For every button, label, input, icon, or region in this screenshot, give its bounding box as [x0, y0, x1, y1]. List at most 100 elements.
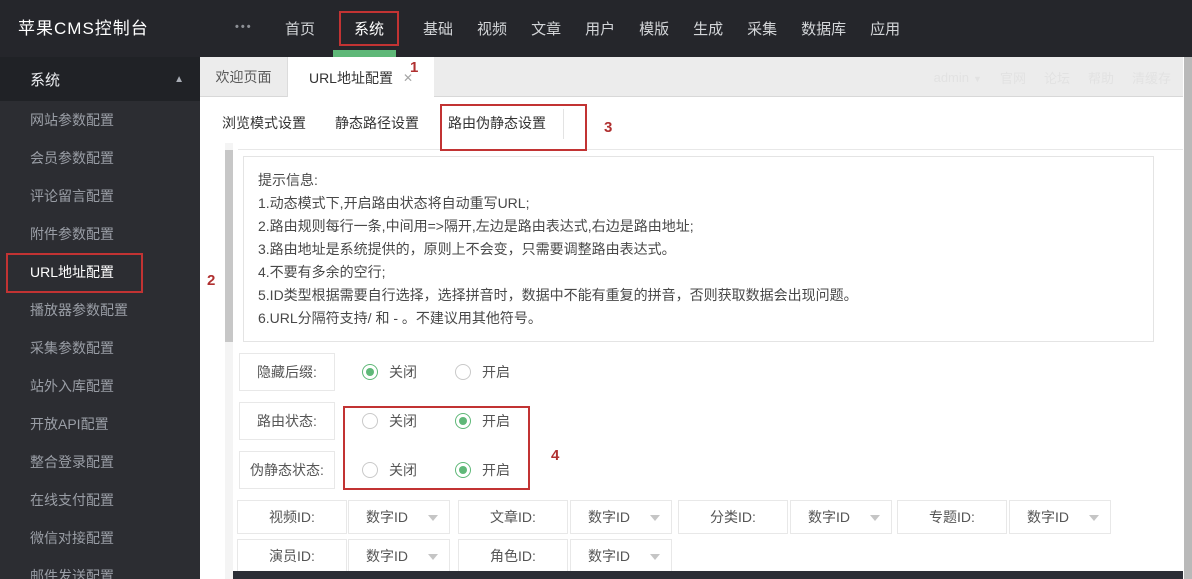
nav-item-collect[interactable]: 采集 — [747, 18, 777, 39]
sidebar-item-oauth-login[interactable]: 整合登录配置 — [0, 443, 200, 481]
sidebar-item-comment-params[interactable]: 评论留言配置 — [0, 177, 200, 215]
link-clear-cache[interactable]: 清缓存 — [1132, 68, 1171, 87]
nav-item-article[interactable]: 文章 — [531, 18, 561, 39]
annotation-number-3: 3 — [604, 119, 613, 136]
radio-label-off: 关闭 — [389, 462, 417, 478]
annotation-number-1: 1 — [410, 59, 419, 76]
field-label-hide-suffix: 隐藏后缀: — [239, 353, 335, 391]
hint-line-2: 2.路由规则每行一条,中间用=>隔开,左边是路由表达式,右边是路由地址; — [258, 218, 694, 234]
subtab-browse-mode[interactable]: 浏览模式设置 — [222, 97, 306, 150]
hint-box: 提示信息: 1.动态模式下,开启路由状态将自动重写URL; 2.路由规则每行一条… — [243, 156, 1154, 342]
radio-label-on: 开启 — [482, 462, 510, 478]
nav-item-home[interactable]: 首页 — [285, 18, 315, 39]
subtab-static-path[interactable]: 静态路径设置 — [335, 97, 419, 150]
hint-line-3: 3.路由地址是系统提供的，原则上不会变，只需要调整路由表达式。 — [258, 241, 676, 257]
link-forum[interactable]: 论坛 — [1044, 68, 1070, 87]
hint-line-4: 4.不要有多余的空行; — [258, 264, 386, 280]
tab-url-config-label: URL地址配置 — [308, 69, 393, 86]
select-topic-id[interactable]: 数字ID — [1009, 500, 1111, 534]
hint-title: 提示信息: — [258, 172, 318, 188]
caret-up-icon: ▲ — [174, 73, 184, 85]
footer-bar — [233, 571, 1183, 579]
field-label-role-id: 角色ID: — [458, 539, 568, 573]
main-nav: 首页 系统 基础 视频 文章 用户 模版 生成 采集 数据库 应用 — [285, 0, 900, 57]
select-value: 数字ID — [808, 509, 850, 525]
nav-item-database[interactable]: 数据库 — [801, 18, 846, 39]
radio-route-status-on[interactable] — [455, 413, 471, 429]
sidebar-group-system[interactable]: 系统 ▲ — [0, 57, 200, 101]
select-actor-id[interactable]: 数字ID — [348, 539, 450, 573]
radio-label-on: 开启 — [482, 364, 510, 380]
radio-hide-suffix-off[interactable] — [362, 364, 378, 380]
radio-group-hide-suffix: 关闭 开启 — [362, 353, 532, 391]
select-value: 数字ID — [588, 548, 630, 564]
main-scrollbar[interactable] — [1184, 57, 1192, 579]
select-category-id[interactable]: 数字ID — [790, 500, 892, 534]
sidebar-item-offsite-import[interactable]: 站外入库配置 — [0, 367, 200, 405]
chevron-down-icon: ▼ — [973, 73, 982, 84]
radio-route-status-off[interactable] — [362, 413, 378, 429]
inner-scrollbar-thumb[interactable] — [225, 150, 233, 342]
nav-more-icon[interactable]: ••• — [235, 0, 253, 57]
field-label-video-id: 视频ID: — [237, 500, 347, 534]
nav-item-basic[interactable]: 基础 — [423, 18, 453, 39]
select-video-id[interactable]: 数字ID — [348, 500, 450, 534]
radio-group-rewrite-status: 关闭 开启 — [362, 451, 532, 489]
select-value: 数字ID — [366, 509, 408, 525]
annotation-number-4: 4 — [551, 447, 560, 464]
sidebar-item-wechat[interactable]: 微信对接配置 — [0, 519, 200, 557]
chevron-down-icon — [870, 515, 880, 521]
field-label-rewrite-status: 伪静态状态: — [239, 451, 335, 489]
chevron-down-icon — [650, 554, 660, 560]
user-menu[interactable]: admin ▼ — [934, 70, 982, 85]
radio-rewrite-status-off[interactable] — [362, 462, 378, 478]
user-links: admin ▼ 官网 论坛 帮助 清缓存 — [934, 57, 1171, 97]
select-value: 数字ID — [1027, 509, 1069, 525]
chevron-down-icon — [428, 554, 438, 560]
sidebar-item-mail-send[interactable]: 邮件发送配置 — [0, 557, 200, 579]
radio-label-off: 关闭 — [389, 413, 417, 429]
nav-item-template[interactable]: 模版 — [639, 18, 669, 39]
radio-label-on: 开启 — [482, 413, 510, 429]
select-role-id[interactable]: 数字ID — [570, 539, 672, 573]
subtab-divider — [563, 109, 564, 139]
link-help[interactable]: 帮助 — [1088, 68, 1114, 87]
hint-line-1: 1.动态模式下,开启路由状态将自动重写URL; — [258, 195, 530, 211]
link-official-site[interactable]: 官网 — [1000, 68, 1026, 87]
chevron-down-icon — [1089, 515, 1099, 521]
tab-strip: 欢迎页面 URL地址配置 ✕ admin ▼ 官网 论坛 帮助 清缓存 — [200, 57, 1183, 98]
sidebar-item-open-api[interactable]: 开放API配置 — [0, 405, 200, 443]
field-label-route-status: 路由状态: — [239, 402, 335, 440]
hint-line-5: 5.ID类型根据需要自行选择，选择拼音时，数据中不能有重复的拼音，否则获取数据会… — [258, 287, 858, 303]
nav-item-apps[interactable]: 应用 — [870, 18, 900, 39]
subtab-route-rewrite[interactable]: 路由伪静态设置 — [448, 97, 546, 150]
field-label-actor-id: 演员ID: — [237, 539, 347, 573]
hint-line-6: 6.URL分隔符支持/ 和 - 。不建议用其他符号。 — [258, 310, 542, 326]
sidebar-group-label: 系统 — [30, 71, 61, 89]
nav-item-user[interactable]: 用户 — [585, 18, 615, 39]
field-label-topic-id: 专题ID: — [897, 500, 1007, 534]
sidebar: 系统 ▲ 网站参数配置 会员参数配置 评论留言配置 附件参数配置 URL地址配置… — [0, 57, 200, 579]
tab-welcome-label: 欢迎页面 — [215, 69, 272, 85]
apple-cms-admin-window: 苹果CMS控制台 ••• 首页 系统 基础 视频 文章 用户 模版 生成 采集 … — [0, 0, 1192, 579]
topbar: 苹果CMS控制台 ••• 首页 系统 基础 视频 文章 用户 模版 生成 采集 … — [0, 0, 1192, 57]
sidebar-item-site-params[interactable]: 网站参数配置 — [0, 101, 200, 139]
sidebar-item-attach-params[interactable]: 附件参数配置 — [0, 215, 200, 253]
radio-hide-suffix-on[interactable] — [455, 364, 471, 380]
select-value: 数字ID — [588, 509, 630, 525]
sidebar-item-online-pay[interactable]: 在线支付配置 — [0, 481, 200, 519]
nav-item-system[interactable]: 系统 — [339, 11, 400, 46]
tab-welcome[interactable]: 欢迎页面 — [200, 57, 288, 97]
nav-item-generate[interactable]: 生成 — [693, 18, 723, 39]
chevron-down-icon — [650, 515, 660, 521]
annotation-number-2: 2 — [207, 272, 216, 289]
radio-rewrite-status-on[interactable] — [455, 462, 471, 478]
sidebar-item-player-params[interactable]: 播放器参数配置 — [0, 291, 200, 329]
nav-item-video[interactable]: 视频 — [477, 18, 507, 39]
sidebar-menu: 网站参数配置 会员参数配置 评论留言配置 附件参数配置 URL地址配置 播放器参… — [0, 101, 200, 579]
field-label-category-id: 分类ID: — [678, 500, 788, 534]
sidebar-item-url-config[interactable]: URL地址配置 — [0, 253, 200, 291]
select-article-id[interactable]: 数字ID — [570, 500, 672, 534]
sidebar-item-collect-params[interactable]: 采集参数配置 — [0, 329, 200, 367]
sidebar-item-member-params[interactable]: 会员参数配置 — [0, 139, 200, 177]
